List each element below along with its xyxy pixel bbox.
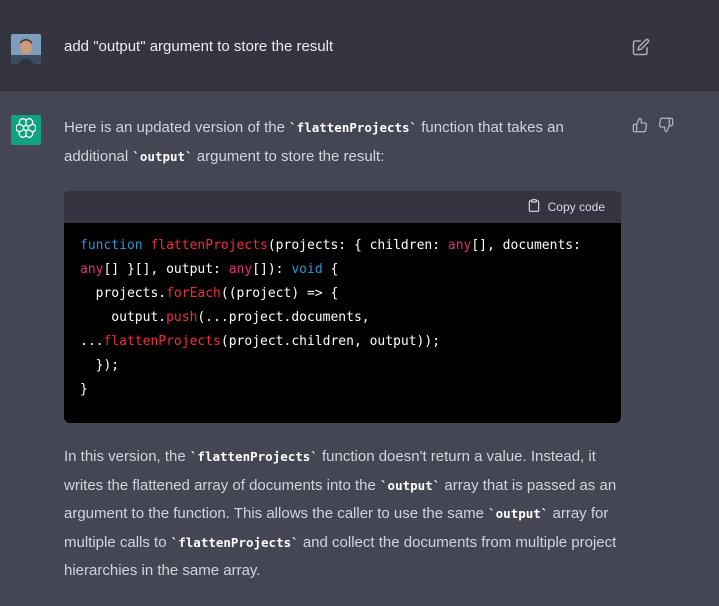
code-line: projects.forEach((project) => {	[80, 286, 339, 301]
clipboard-icon	[527, 198, 541, 216]
edit-icon[interactable]	[632, 38, 650, 56]
copy-code-button[interactable]: Copy code	[527, 198, 605, 216]
code-header: Copy code	[64, 191, 621, 223]
thumbs-down-icon[interactable]	[658, 117, 674, 133]
user-avatar	[11, 34, 41, 64]
code-line: }	[80, 382, 88, 397]
inline-code: `output`	[380, 477, 441, 493]
copy-code-label: Copy code	[547, 200, 605, 214]
assistant-explanation: In this version, the `flattenProjects` f…	[64, 448, 617, 580]
code-line: });	[80, 358, 120, 373]
user-message-text: add "output" argument to store the resul…	[64, 38, 334, 55]
assistant-intro: Here is an updated version of the `flatt…	[64, 119, 564, 165]
user-message-row: add "output" argument to store the resul…	[0, 10, 719, 91]
openai-logo-icon	[15, 117, 37, 143]
code-line: output.push(...project.documents,	[80, 310, 370, 325]
code-line: any[] }[], output: any[]): void {	[80, 262, 339, 277]
code-body: function flattenProjects(projects: { chi…	[64, 223, 621, 402]
inline-code: `flattenProjects`	[289, 120, 418, 135]
inline-code: `output`	[488, 506, 549, 522]
inline-code: `flattenProjects`	[189, 449, 318, 464]
feedback-buttons	[632, 117, 674, 133]
code-block: Copy code function flattenProjects(proje…	[64, 191, 621, 423]
assistant-avatar	[11, 115, 41, 145]
inline-code: `flattenProjects`	[170, 534, 299, 550]
code-line: ...flattenProjects(project.children, out…	[80, 334, 441, 349]
thumbs-up-icon[interactable]	[632, 117, 648, 133]
top-strip	[0, 0, 719, 10]
code-line: function flattenProjects(projects: { chi…	[80, 238, 581, 253]
inline-code: `output`	[132, 148, 193, 164]
